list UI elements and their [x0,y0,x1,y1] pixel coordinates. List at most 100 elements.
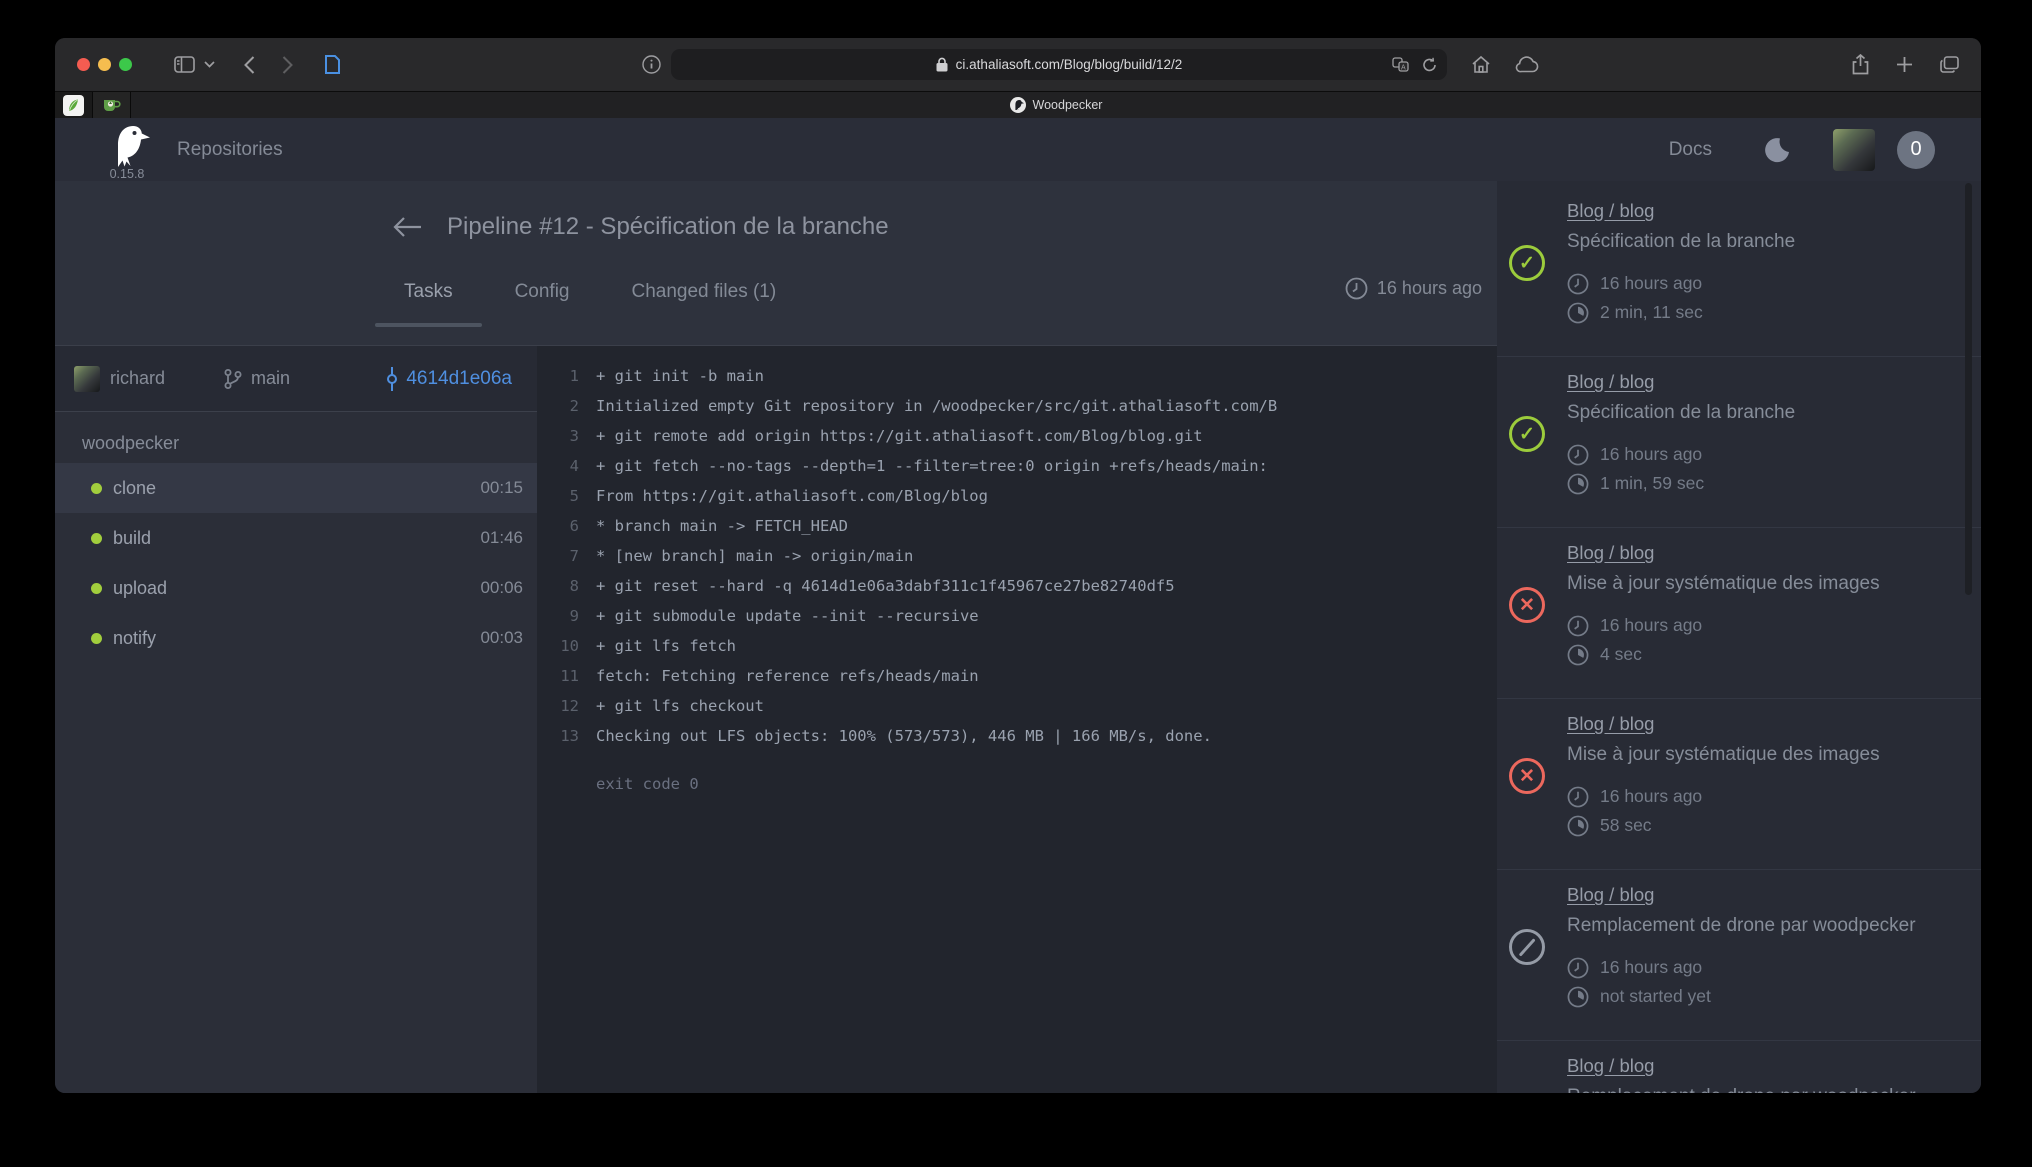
branch-name: main [251,368,290,389]
commit-info-row: richard main [55,346,537,412]
info-icon[interactable] [642,55,661,74]
step-row[interactable]: clone 00:15 [55,463,537,513]
step-row[interactable]: build 01:46 [55,513,537,563]
scrollbar-thumb[interactable] [1965,183,1972,595]
cloud-icon[interactable] [1515,56,1539,73]
commit-message: Spécification de la branche [1567,402,1947,424]
repo-link[interactable]: Blog / blog [1567,1055,1654,1077]
nav-repositories[interactable]: Repositories [177,139,283,161]
step-status-dot-icon [91,533,102,544]
build-status-icon [1509,758,1545,794]
step-row[interactable]: notify 00:03 [55,613,537,663]
line-text: Checking out LFS objects: 100% (573/573)… [596,721,1212,751]
line-text: * [new branch] main -> origin/main [596,541,913,571]
pipeline-title: Pipeline #12 - Spécification de la branc… [447,213,889,241]
build-entry[interactable]: Blog / blog Remplacement de drone par wo… [1497,870,1981,1041]
line-text: + git submodule update --init --recursiv… [596,601,979,631]
commit-message: Mise à jour systématique des images [1567,744,1947,766]
step-name: build [113,528,151,549]
repo-link[interactable]: Blog / blog [1567,884,1654,906]
sidebar-toggle-icon[interactable] [174,56,195,73]
repo-link[interactable]: Blog / blog [1567,542,1654,564]
line-number: 12 [537,691,579,721]
steps-panel: richard main [55,346,537,1093]
console-line: 5 From https://git.athaliasoft.com/Blog/… [537,481,1497,511]
console-output[interactable]: 1 + git init -b main 2 Initialized empty… [537,346,1497,1093]
build-entry[interactable]: Blog / blog Mise à jour systématique des… [1497,528,1981,699]
pipeline-header: Pipeline #12 - Spécification de la branc… [55,181,1497,346]
pipeline-time: 16 hours ago [1345,277,1482,300]
step-duration: 00:03 [480,628,523,648]
reload-icon[interactable] [1422,57,1437,73]
address-bar[interactable]: ci.athaliasoft.com/Blog/blog/build/12/2 … [671,49,1447,80]
branch-icon [223,368,243,390]
repo-link[interactable]: Blog / blog [1567,200,1654,222]
clock-icon [1567,615,1589,637]
pinned-tab-leaf[interactable] [55,92,93,118]
page-icon[interactable] [324,54,341,75]
pinned-tab-cup[interactable] [93,92,131,118]
step-duration: 00:15 [480,478,523,498]
build-entry[interactable]: Blog / blog Spécification de la branche … [1497,186,1981,357]
commit-message: Spécification de la branche [1567,231,1947,253]
step-name: notify [113,628,156,649]
duration-icon [1567,644,1589,666]
close-window-button[interactable] [77,58,90,71]
pipeline-tab[interactable]: Config [484,273,601,335]
clock-icon [1567,273,1589,295]
leaf-favicon [63,95,84,116]
build-status-icon [1509,929,1545,965]
clock-icon [1567,786,1589,808]
build-entry[interactable]: Blog / blog Mise à jour systématique des… [1497,699,1981,870]
line-text: + git remote add origin https://git.atha… [596,421,1203,451]
share-icon[interactable] [1852,54,1869,75]
commit-link[interactable]: 4614d1e06a [385,367,512,391]
steps-list: clone 00:15 build 01:46 [55,463,537,663]
step-row[interactable]: upload 00:06 [55,563,537,613]
console-line: 6 * branch main -> FETCH_HEAD [537,511,1497,541]
notification-badge[interactable]: 0 [1897,131,1935,169]
home-icon[interactable] [1471,55,1491,74]
clock-icon [1567,957,1589,979]
build-duration: 4 sec [1600,644,1642,665]
pipeline-tab[interactable]: Tasks [373,273,484,335]
tab-overview-icon[interactable] [1940,56,1959,73]
build-entry[interactable]: Blog / blog Remplacement de drone par wo… [1497,1041,1981,1093]
user-avatar[interactable] [1833,129,1875,171]
back-button[interactable] [244,56,255,74]
dark-mode-toggle-icon[interactable] [1764,136,1791,163]
builds-sidebar: Blog / blog Spécification de la branche … [1497,181,1981,1093]
step-name: upload [113,578,167,599]
pipeline-tab[interactable]: Changed files (1) [601,273,808,335]
lock-icon [936,57,948,72]
console-line: 12 + git lfs checkout [537,691,1497,721]
build-entry[interactable]: Blog / blog Spécification de la branche … [1497,357,1981,528]
console-line: 11 fetch: Fetching reference refs/heads/… [537,661,1497,691]
console-line: 8 + git reset --hard -q 4614d1e06a3dabf3… [537,571,1497,601]
tab-woodpecker[interactable]: Woodpecker [131,92,1981,118]
forward-button[interactable] [282,56,293,74]
console-line: 4 + git fetch --no-tags --depth=1 --filt… [537,451,1497,481]
step-name: clone [113,478,156,499]
zoom-window-button[interactable] [119,58,132,71]
new-tab-icon[interactable] [1896,56,1913,73]
back-arrow-icon[interactable] [393,216,423,238]
line-number: 4 [537,451,579,481]
woodpecker-favicon [1010,97,1026,113]
repo-link[interactable]: Blog / blog [1567,713,1654,735]
line-number: 2 [537,391,579,421]
repo-link[interactable]: Blog / blog [1567,371,1654,393]
woodpecker-logo[interactable]: 0.15.8 [99,118,155,181]
line-number: 6 [537,511,579,541]
minimize-window-button[interactable] [98,58,111,71]
build-duration: 58 sec [1600,815,1652,836]
line-number: 7 [537,541,579,571]
nav-docs[interactable]: Docs [1669,139,1712,161]
translate-icon[interactable]: A [1392,57,1409,72]
app-navbar: 0.15.8 Repositories Docs 0 [55,118,1981,181]
line-text: + git reset --hard -q 4614d1e06a3dabf311… [596,571,1175,601]
chevron-down-icon[interactable] [204,61,215,68]
step-status-dot-icon [91,583,102,594]
build-status-icon [1509,587,1545,623]
line-number: 10 [537,631,579,661]
